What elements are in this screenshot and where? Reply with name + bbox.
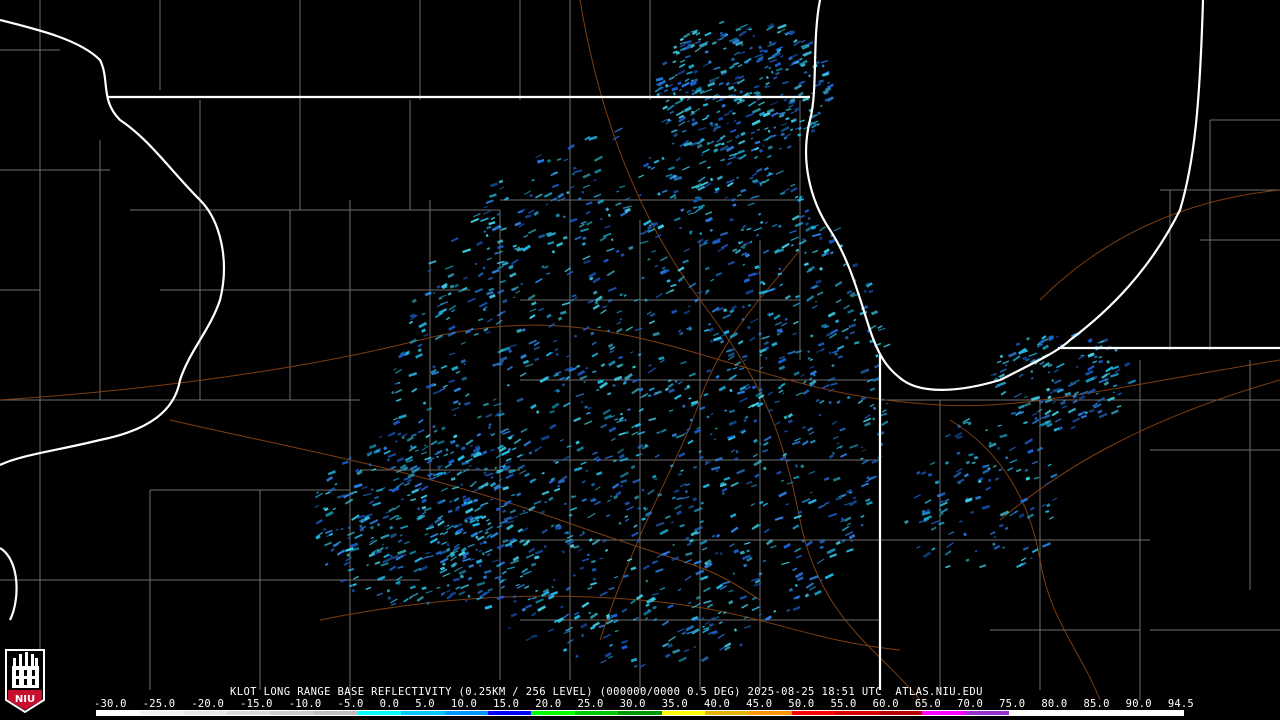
color-scale-segment: [401, 711, 445, 715]
tick-label: 0.0: [379, 698, 400, 710]
color-scale-segment: [792, 711, 836, 715]
product-caption: KLOT LONG RANGE BASE REFLECTIVITY (0.25K…: [230, 686, 983, 698]
color-scale-segment: [531, 711, 575, 715]
tick-label: 80.0: [1041, 698, 1068, 710]
tick-label: 70.0: [956, 698, 984, 710]
tick-label: 65.0: [914, 698, 941, 710]
color-scale-segment: [487, 711, 532, 715]
tick-label: -10.0: [288, 698, 322, 710]
color-scale-segment: [227, 711, 271, 715]
tick-label: 55.0: [830, 698, 857, 710]
niu-logo-icon: NIU: [5, 649, 45, 714]
tick-label: 50.0: [788, 698, 815, 710]
color-scale-segment: [1009, 711, 1053, 715]
color-scale-segment: [1096, 711, 1140, 715]
tick-label: 20.0: [535, 698, 562, 710]
color-scale-segment: [270, 711, 315, 715]
tick-label: 90.0: [1125, 698, 1152, 710]
color-scale-segment: [705, 711, 749, 715]
color-scale-segment: [444, 711, 488, 715]
tick-label: 10.0: [450, 698, 478, 710]
color-scale-segment: [183, 711, 228, 715]
tick-label: 85.0: [1083, 698, 1110, 710]
color-scale-segment: [140, 711, 184, 715]
reflectivity-color-scale: [96, 710, 1184, 716]
color-scale-segment: [965, 711, 1010, 715]
color-scale-segment: [574, 711, 619, 715]
color-scale-segment: [748, 711, 792, 715]
tick-label: 35.0: [661, 698, 688, 710]
tick-label: 30.0: [619, 698, 646, 710]
tick-label: -15.0: [240, 698, 273, 710]
logo-text: NIU: [15, 694, 35, 705]
tick-label: -30.0: [94, 698, 127, 710]
tick-label: 5.0: [415, 698, 435, 710]
color-scale-segment: [1052, 711, 1097, 715]
tick-label: 60.0: [872, 698, 899, 710]
color-scale-segment: [922, 711, 966, 715]
tick-label: -20.0: [191, 698, 224, 710]
tick-label: -25.0: [142, 698, 176, 710]
color-scale-segment: [835, 711, 879, 715]
tick-label: -5.0: [337, 698, 364, 710]
color-scale-segment: [314, 711, 358, 715]
color-scale-segment: [661, 711, 706, 715]
scale-tick-labels: -30.0 -25.0 -20.0 -15.0 -10.0 -5.0 0.0 5…: [94, 698, 1194, 710]
radar-map: [0, 0, 1280, 720]
tick-label: 45.0: [746, 698, 773, 710]
color-scale-segment: [618, 711, 662, 715]
color-scale-segment: [357, 711, 402, 715]
color-scale-segment: [878, 711, 923, 715]
tick-label: 40.0: [703, 698, 731, 710]
tick-label: 25.0: [577, 698, 604, 710]
tick-label: 94.5: [1167, 698, 1194, 710]
color-scale-segment: [97, 711, 141, 715]
tick-label: 75.0: [999, 698, 1026, 710]
color-scale-segment: [1139, 711, 1183, 715]
tick-label: 15.0: [493, 698, 520, 710]
